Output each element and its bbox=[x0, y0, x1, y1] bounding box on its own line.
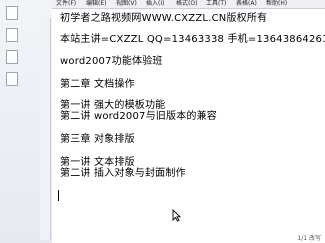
menu-tools[interactable]: 工具(T) bbox=[206, 0, 226, 8]
vertical-ruler bbox=[40, 18, 51, 240]
document-page[interactable]: 初学者之路视频网WWW.CXZZL.CN版权所有 本站主讲=CXZZL QQ=1… bbox=[52, 9, 325, 243]
menu-view[interactable]: 视图(V) bbox=[116, 0, 137, 8]
doc-line-chapter3: 第三章 对象排版 bbox=[60, 134, 135, 145]
doc-line-course: word2007功能体验班 bbox=[60, 56, 163, 67]
document-icon[interactable] bbox=[6, 72, 18, 86]
text-caret bbox=[58, 190, 59, 201]
document-icon[interactable] bbox=[6, 50, 18, 64]
doc-line-lesson3: 第一讲 文本排版 bbox=[60, 157, 135, 168]
doc-line-title: 初学者之路视频网WWW.CXZZL.CN版权所有 bbox=[60, 13, 268, 24]
doc-line-lesson2: 第二讲 word2007与旧版本的兼容 bbox=[60, 111, 218, 122]
menu-file[interactable]: 文件(F) bbox=[56, 0, 76, 8]
mouse-pointer-icon bbox=[172, 209, 181, 222]
menu-table[interactable]: 表格(A) bbox=[236, 0, 257, 8]
doc-line-lesson1: 第一讲 强大的模板功能 bbox=[60, 100, 166, 111]
doc-line-contact: 本站主讲=CXZZL QQ=13463338 手机=13643864261 bbox=[60, 34, 325, 45]
menu-format[interactable]: 格式(O) bbox=[176, 0, 197, 8]
status-bar: 1/1 改写 bbox=[297, 235, 321, 242]
menu-bar: 文件(F) 编辑(E) 视图(V) 插入(I) 格式(O) 工具(T) 表格(A… bbox=[52, 0, 325, 9]
doc-line-chapter2: 第二章 文档操作 bbox=[60, 79, 135, 90]
menu-edit[interactable]: 编辑(E) bbox=[86, 0, 106, 8]
document-icon[interactable] bbox=[6, 6, 18, 20]
menu-help[interactable]: 帮助(H) bbox=[266, 0, 287, 8]
document-icon[interactable] bbox=[6, 28, 18, 42]
doc-line-lesson4: 第二讲 插入对象与封面制作 bbox=[60, 168, 186, 179]
menu-insert[interactable]: 插入(I) bbox=[146, 0, 164, 8]
